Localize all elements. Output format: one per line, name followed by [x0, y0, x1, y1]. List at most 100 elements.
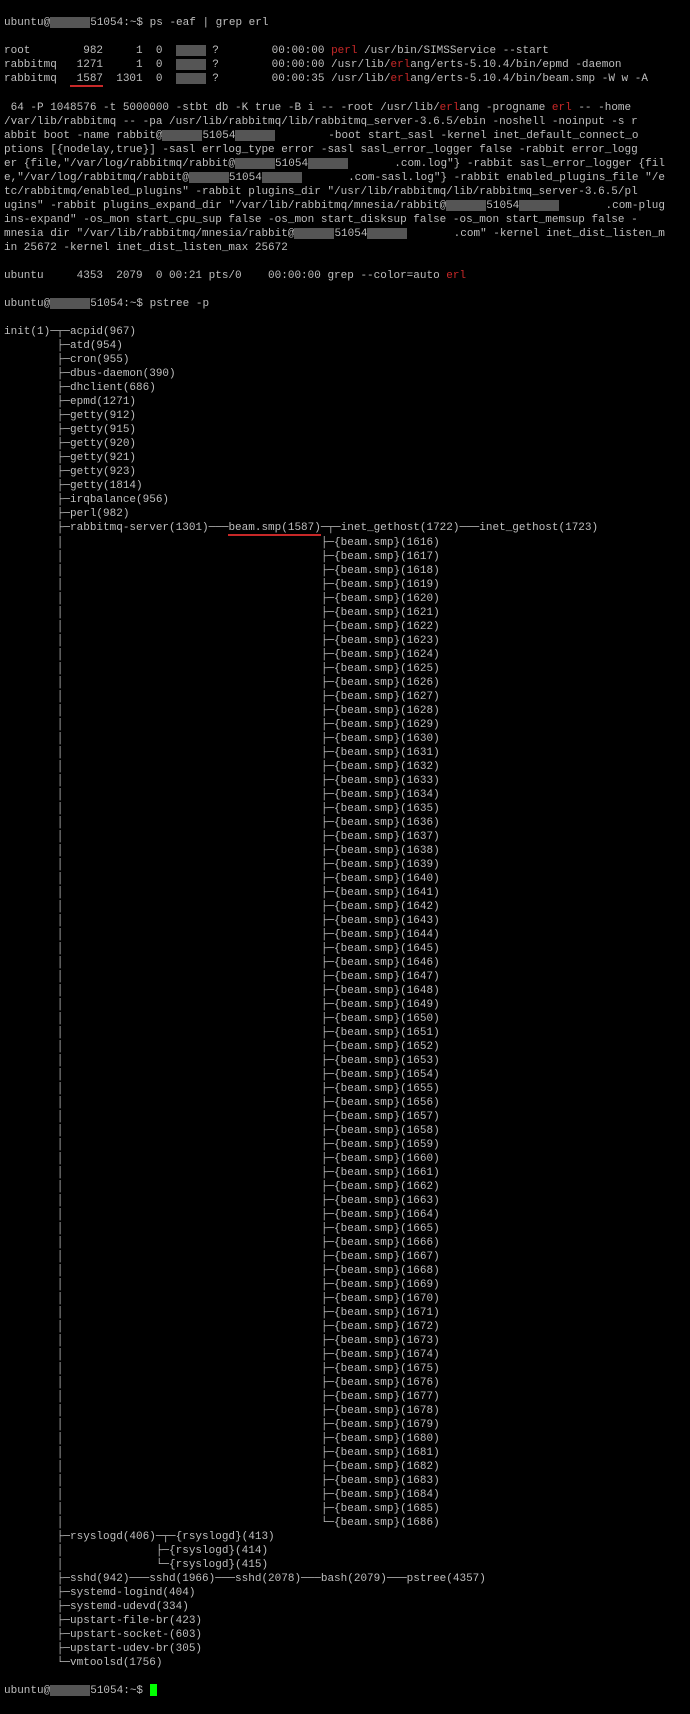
tree-line: ├─rabbitmq-server(1301)───beam.smp(1587)… [4, 521, 686, 536]
tree-line: │ ├─{beam.smp}(1655) [4, 1082, 686, 1096]
terminal[interactable]: ubuntu@51054:~$ ps -eaf | grep erl root … [0, 0, 690, 1714]
tree-line: ├─dbus-daemon(390) [4, 367, 686, 381]
tree-line: │ ├─{beam.smp}(1668) [4, 1264, 686, 1278]
tree-line: ├─getty(921) [4, 451, 686, 465]
tree-line: │ ├─{beam.smp}(1665) [4, 1222, 686, 1236]
tree-line: │ ├─{beam.smp}(1662) [4, 1180, 686, 1194]
tree-line: │ ├─{beam.smp}(1644) [4, 928, 686, 942]
ps-row: root 982 1 0 ? 00:00:00 perl /usr/bin/SI… [4, 44, 686, 58]
ps-wrap-line: /var/lib/rabbitmq -- -pa /usr/lib/rabbit… [4, 115, 686, 129]
tree-line: │ ├─{beam.smp}(1683) [4, 1474, 686, 1488]
tree-line: │ ├─{beam.smp}(1618) [4, 564, 686, 578]
tree-line: │ ├─{beam.smp}(1682) [4, 1460, 686, 1474]
tree-line: │ ├─{beam.smp}(1617) [4, 550, 686, 564]
tree-line: │ ├─{beam.smp}(1645) [4, 942, 686, 956]
tree-line: │ ├─{beam.smp}(1681) [4, 1446, 686, 1460]
tree-line: ├─perl(982) [4, 507, 686, 521]
tree-line: │ ├─{beam.smp}(1637) [4, 830, 686, 844]
tree-line: │ ├─{beam.smp}(1675) [4, 1362, 686, 1376]
tree-line: │ ├─{beam.smp}(1648) [4, 984, 686, 998]
tree-line: │ ├─{beam.smp}(1622) [4, 620, 686, 634]
tree-line: │ ├─{beam.smp}(1631) [4, 746, 686, 760]
tree-line: │ ├─{beam.smp}(1663) [4, 1194, 686, 1208]
tree-line: │ ├─{beam.smp}(1620) [4, 592, 686, 606]
tree-line: │ ├─{beam.smp}(1679) [4, 1418, 686, 1432]
tree-line: ├─sshd(942)───sshd(1966)───sshd(2078)───… [4, 1572, 686, 1586]
tree-line: │ ├─{beam.smp}(1651) [4, 1026, 686, 1040]
prompt-line-2: ubuntu@51054:~$ pstree -p [4, 297, 686, 311]
tree-line: │ ├─{beam.smp}(1629) [4, 718, 686, 732]
tree-line: ├─getty(915) [4, 423, 686, 437]
ps-wrap-line: in 25672 -kernel inet_dist_listen_max 25… [4, 241, 686, 255]
tree-line: │ ├─{beam.smp}(1664) [4, 1208, 686, 1222]
redacted-host [50, 17, 90, 28]
tree-line: ├─upstart-file-br(423) [4, 1614, 686, 1628]
tree-line: │ ├─{beam.smp}(1661) [4, 1166, 686, 1180]
tree-line: init(1)─┬─acpid(967) [4, 325, 686, 339]
tree-line: │ ├─{beam.smp}(1673) [4, 1334, 686, 1348]
tree-line: │ ├─{beam.smp}(1638) [4, 844, 686, 858]
tree-line: │ ├─{beam.smp}(1660) [4, 1152, 686, 1166]
command-2: pstree -p [150, 298, 209, 310]
tree-line: │ └─{rsyslogd}(415) [4, 1558, 686, 1572]
ps-wrap-line: mnesia dir "/var/lib/rabbitmq/mnesia/rab… [4, 227, 686, 241]
cursor [150, 1684, 157, 1696]
ps-wrap-line: abbit boot -name rabbit@51054 -boot star… [4, 129, 686, 143]
tree-line: │ ├─{beam.smp}(1640) [4, 872, 686, 886]
tree-line: │ ├─{beam.smp}(1639) [4, 858, 686, 872]
tree-line: │ ├─{beam.smp}(1671) [4, 1306, 686, 1320]
tree-line: │ ├─{beam.smp}(1642) [4, 900, 686, 914]
tree-line: ├─getty(1814) [4, 479, 686, 493]
tree-line: │ ├─{beam.smp}(1634) [4, 788, 686, 802]
tree-line: │ ├─{beam.smp}(1636) [4, 816, 686, 830]
ps-row-last: ubuntu 4353 2079 0 00:21 pts/0 00:00:00 … [4, 269, 686, 283]
tree-line: │ ├─{beam.smp}(1677) [4, 1390, 686, 1404]
tree-line: │ ├─{beam.smp}(1625) [4, 662, 686, 676]
tree-line: │ ├─{beam.smp}(1685) [4, 1502, 686, 1516]
ps-wrap-line: ptions [{nodelay,true}] -sasl errlog_typ… [4, 143, 686, 157]
tree-line: │ ├─{beam.smp}(1669) [4, 1278, 686, 1292]
ps-wrap-line: e,"/var/log/rabbitmq/rabbit@51054 .com-s… [4, 171, 686, 185]
tree-line: │ ├─{beam.smp}(1632) [4, 760, 686, 774]
pstree-output: init(1)─┬─acpid(967) ├─atd(954) ├─cron(9… [4, 325, 686, 1670]
tree-line: │ ├─{beam.smp}(1667) [4, 1250, 686, 1264]
tree-line: │ ├─{beam.smp}(1684) [4, 1488, 686, 1502]
ps-wrap-line: tc/rabbitmq/enabled_plugins" -rabbit plu… [4, 185, 686, 199]
tree-line: │ ├─{beam.smp}(1652) [4, 1040, 686, 1054]
tree-line: │ ├─{beam.smp}(1659) [4, 1138, 686, 1152]
tree-line: │ ├─{beam.smp}(1658) [4, 1124, 686, 1138]
tree-line: │ ├─{beam.smp}(1680) [4, 1432, 686, 1446]
tree-line: │ ├─{beam.smp}(1616) [4, 536, 686, 550]
tree-line: │ ├─{beam.smp}(1674) [4, 1348, 686, 1362]
tree-line: ├─cron(955) [4, 353, 686, 367]
tree-line: │ ├─{beam.smp}(1670) [4, 1292, 686, 1306]
tree-line: │ ├─{rsyslogd}(414) [4, 1544, 686, 1558]
redacted-host [50, 298, 90, 309]
ps-wrap-line: ugins" -rabbit plugins_expand_dir "/var/… [4, 199, 686, 213]
tree-line: │ ├─{beam.smp}(1635) [4, 802, 686, 816]
tree-line: ├─dhclient(686) [4, 381, 686, 395]
tree-line: │ ├─{beam.smp}(1653) [4, 1054, 686, 1068]
tree-line: ├─rsyslogd(406)─┬─{rsyslogd}(413) [4, 1530, 686, 1544]
ps-wrap-line: er {file,"/var/log/rabbitmq/rabbit@51054… [4, 157, 686, 171]
tree-line: ├─atd(954) [4, 339, 686, 353]
prompt-line-1: ubuntu@51054:~$ ps -eaf | grep erl [4, 16, 686, 30]
ps-wrap-line: 64 -P 1048576 -t 5000000 -stbt db -K tru… [4, 101, 686, 115]
tree-line: ├─systemd-logind(404) [4, 1586, 686, 1600]
ps-row: rabbitmq 1587 1301 0 ? 00:00:35 /usr/lib… [4, 72, 686, 87]
prompt-line-3: ubuntu@51054:~$ [4, 1684, 686, 1698]
tree-line: │ ├─{beam.smp}(1630) [4, 732, 686, 746]
tree-line: ├─getty(920) [4, 437, 686, 451]
tree-line: │ ├─{beam.smp}(1643) [4, 914, 686, 928]
tree-line: │ ├─{beam.smp}(1641) [4, 886, 686, 900]
redacted-host [50, 1685, 90, 1696]
tree-line: ├─epmd(1271) [4, 395, 686, 409]
ps-wrap-line: ins-expand" -os_mon start_cpu_sup false … [4, 213, 686, 227]
tree-line: │ ├─{beam.smp}(1624) [4, 648, 686, 662]
tree-line: │ ├─{beam.smp}(1623) [4, 634, 686, 648]
tree-line: │ ├─{beam.smp}(1626) [4, 676, 686, 690]
tree-line: ├─upstart-udev-br(305) [4, 1642, 686, 1656]
tree-line: ├─getty(912) [4, 409, 686, 423]
tree-line: │ ├─{beam.smp}(1650) [4, 1012, 686, 1026]
tree-line: │ ├─{beam.smp}(1676) [4, 1376, 686, 1390]
